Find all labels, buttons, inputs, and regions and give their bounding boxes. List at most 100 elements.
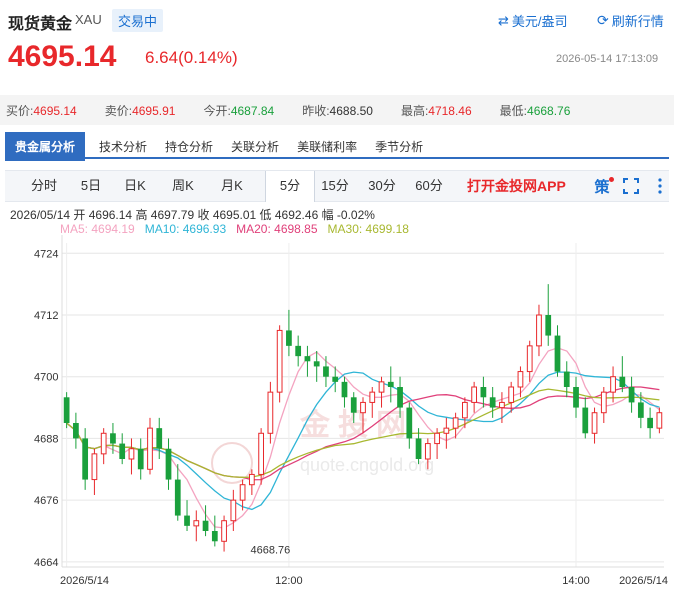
fullscreen-icon[interactable] — [621, 175, 641, 197]
candle-body — [434, 432, 440, 445]
period-option[interactable]: 60分 — [409, 171, 449, 201]
strategy-label: 策 — [594, 178, 610, 196]
stat-label: 今开: — [203, 103, 231, 118]
stat-item: 最低:4668.76 — [500, 102, 571, 119]
period-option[interactable]: 5分 — [265, 171, 315, 202]
refresh-quote-link[interactable]: ⟳ 刷新行情 — [597, 11, 664, 30]
ohlc-readout: 2026/05/14 开 4696.14 高 4697.79 收 4695.01… — [10, 208, 375, 222]
period-selector: 打开金投网APP 策 分时 5日 日K 周K 月K 5分 15分 30分 60分 — [5, 170, 669, 202]
price-change: 6.64(0.14%) — [145, 48, 238, 67]
x-tick-label: 14:00 — [562, 575, 590, 587]
candle-body — [230, 499, 237, 522]
candle-body — [563, 371, 570, 387]
swap-icon: ⇄ — [498, 12, 509, 28]
candle-body — [147, 427, 153, 470]
candle-body — [156, 428, 163, 449]
candle-body — [517, 371, 524, 388]
x-tick-label: 2026/5/14 — [619, 575, 668, 587]
instrument-title: 现货黄金 — [8, 16, 73, 33]
candle-body — [545, 315, 552, 336]
candle-body — [174, 479, 181, 516]
stat-item: 买价:4695.14 — [6, 102, 77, 119]
candle-body — [452, 417, 459, 429]
refresh-quote-label: 刷新行情 — [611, 14, 664, 29]
candle-body — [387, 381, 394, 387]
candle-body — [313, 361, 320, 367]
candlestick-chart[interactable]: 472447124700468846764664金投网quote.cngold.… — [0, 235, 674, 589]
ma-legend-item: MA10: 4696.93 — [144, 222, 227, 236]
open-app-link[interactable]: 打开金投网APP — [467, 171, 566, 201]
instrument-symbol: XAU — [75, 12, 102, 27]
period-option[interactable]: 30分 — [362, 171, 402, 201]
candle-body — [397, 387, 403, 408]
candle-body — [471, 386, 478, 403]
candle-body — [360, 401, 366, 414]
stat-value: 4718.46 — [428, 103, 472, 118]
candle-body — [406, 407, 413, 439]
stat-value: 4688.50 — [329, 103, 373, 118]
current-price: 4695.14 — [8, 40, 117, 73]
y-tick-label: 4700 — [34, 372, 58, 384]
candle-body — [295, 345, 302, 357]
stat-item: 卖价:4695.91 — [105, 102, 176, 119]
candle-body — [656, 412, 663, 429]
candle-body — [137, 448, 144, 470]
candle-body — [573, 387, 579, 408]
candle-body — [100, 432, 107, 455]
candle-body — [508, 386, 515, 403]
period-option[interactable]: 5日 — [73, 171, 109, 201]
candle-body — [369, 391, 376, 403]
period-option[interactable]: 周K — [165, 171, 201, 201]
stat-label: 最高: — [400, 103, 429, 118]
refresh-icon: ⟳ — [597, 12, 609, 28]
stat-item: 最高:4718.46 — [401, 102, 472, 119]
period-option[interactable]: 日K — [117, 171, 153, 201]
moving-average-legend: MA5: 4694.19 MA10: 4696.93 MA20: 4698.85 MA… — [60, 222, 419, 236]
candle-body — [165, 448, 172, 480]
stat-label: 买价: — [6, 103, 34, 118]
quote-stats-bar: 买价:4695.14 卖价:4695.91 今开:4687.84 昨收:4688.50… — [0, 95, 674, 125]
stat-item: 今开:4687.84 — [203, 102, 274, 119]
period-option[interactable]: 分时 — [27, 171, 61, 201]
candle-body — [554, 335, 561, 372]
candle-body — [258, 432, 264, 475]
candle-body — [591, 412, 598, 434]
y-tick-label: 4688 — [34, 433, 58, 445]
candle-body — [499, 401, 505, 409]
candle-body — [221, 520, 227, 542]
y-tick-label: 4724 — [34, 248, 58, 260]
tab-underline — [5, 157, 669, 159]
candle-body — [647, 417, 653, 429]
candle-body — [619, 376, 626, 387]
candle-body — [582, 407, 589, 434]
candle-body — [193, 520, 200, 527]
x-tick-label: 2026/5/14 — [60, 575, 109, 587]
candle-body — [119, 443, 126, 459]
candle-body — [610, 376, 616, 393]
candle-body — [637, 402, 644, 418]
candle-body — [82, 438, 89, 480]
stat-value: 4695.91 — [132, 103, 176, 118]
candle-body — [341, 381, 348, 398]
ma-legend-item: MA30: 4699.18 — [327, 222, 409, 236]
period-option[interactable]: 15分 — [315, 171, 355, 201]
stat-value: 4695.14 — [33, 103, 77, 118]
candle-body — [462, 401, 468, 419]
period-option[interactable]: 月K — [214, 171, 250, 201]
strategy-button[interactable]: 策 — [590, 175, 614, 197]
ma-legend-item: MA20: 4698.85 — [236, 222, 318, 236]
y-tick-label: 4712 — [34, 310, 58, 322]
candle-body — [378, 381, 385, 393]
candle-body — [332, 376, 339, 382]
candle-body — [184, 515, 190, 526]
candle-body — [536, 314, 542, 347]
candle-body — [600, 391, 607, 414]
candle-body — [526, 345, 533, 373]
stat-label: 昨收: — [302, 103, 330, 118]
currency-unit-label: 美元/盎司 — [511, 14, 568, 29]
stat-label: 卖价: — [104, 103, 133, 118]
more-options-icon[interactable] — [650, 175, 670, 197]
currency-unit-link[interactable]: ⇄ 美元/盎司 — [498, 11, 568, 30]
trading-status-badge: 交易中 — [112, 9, 164, 32]
candle-body — [350, 397, 357, 413]
